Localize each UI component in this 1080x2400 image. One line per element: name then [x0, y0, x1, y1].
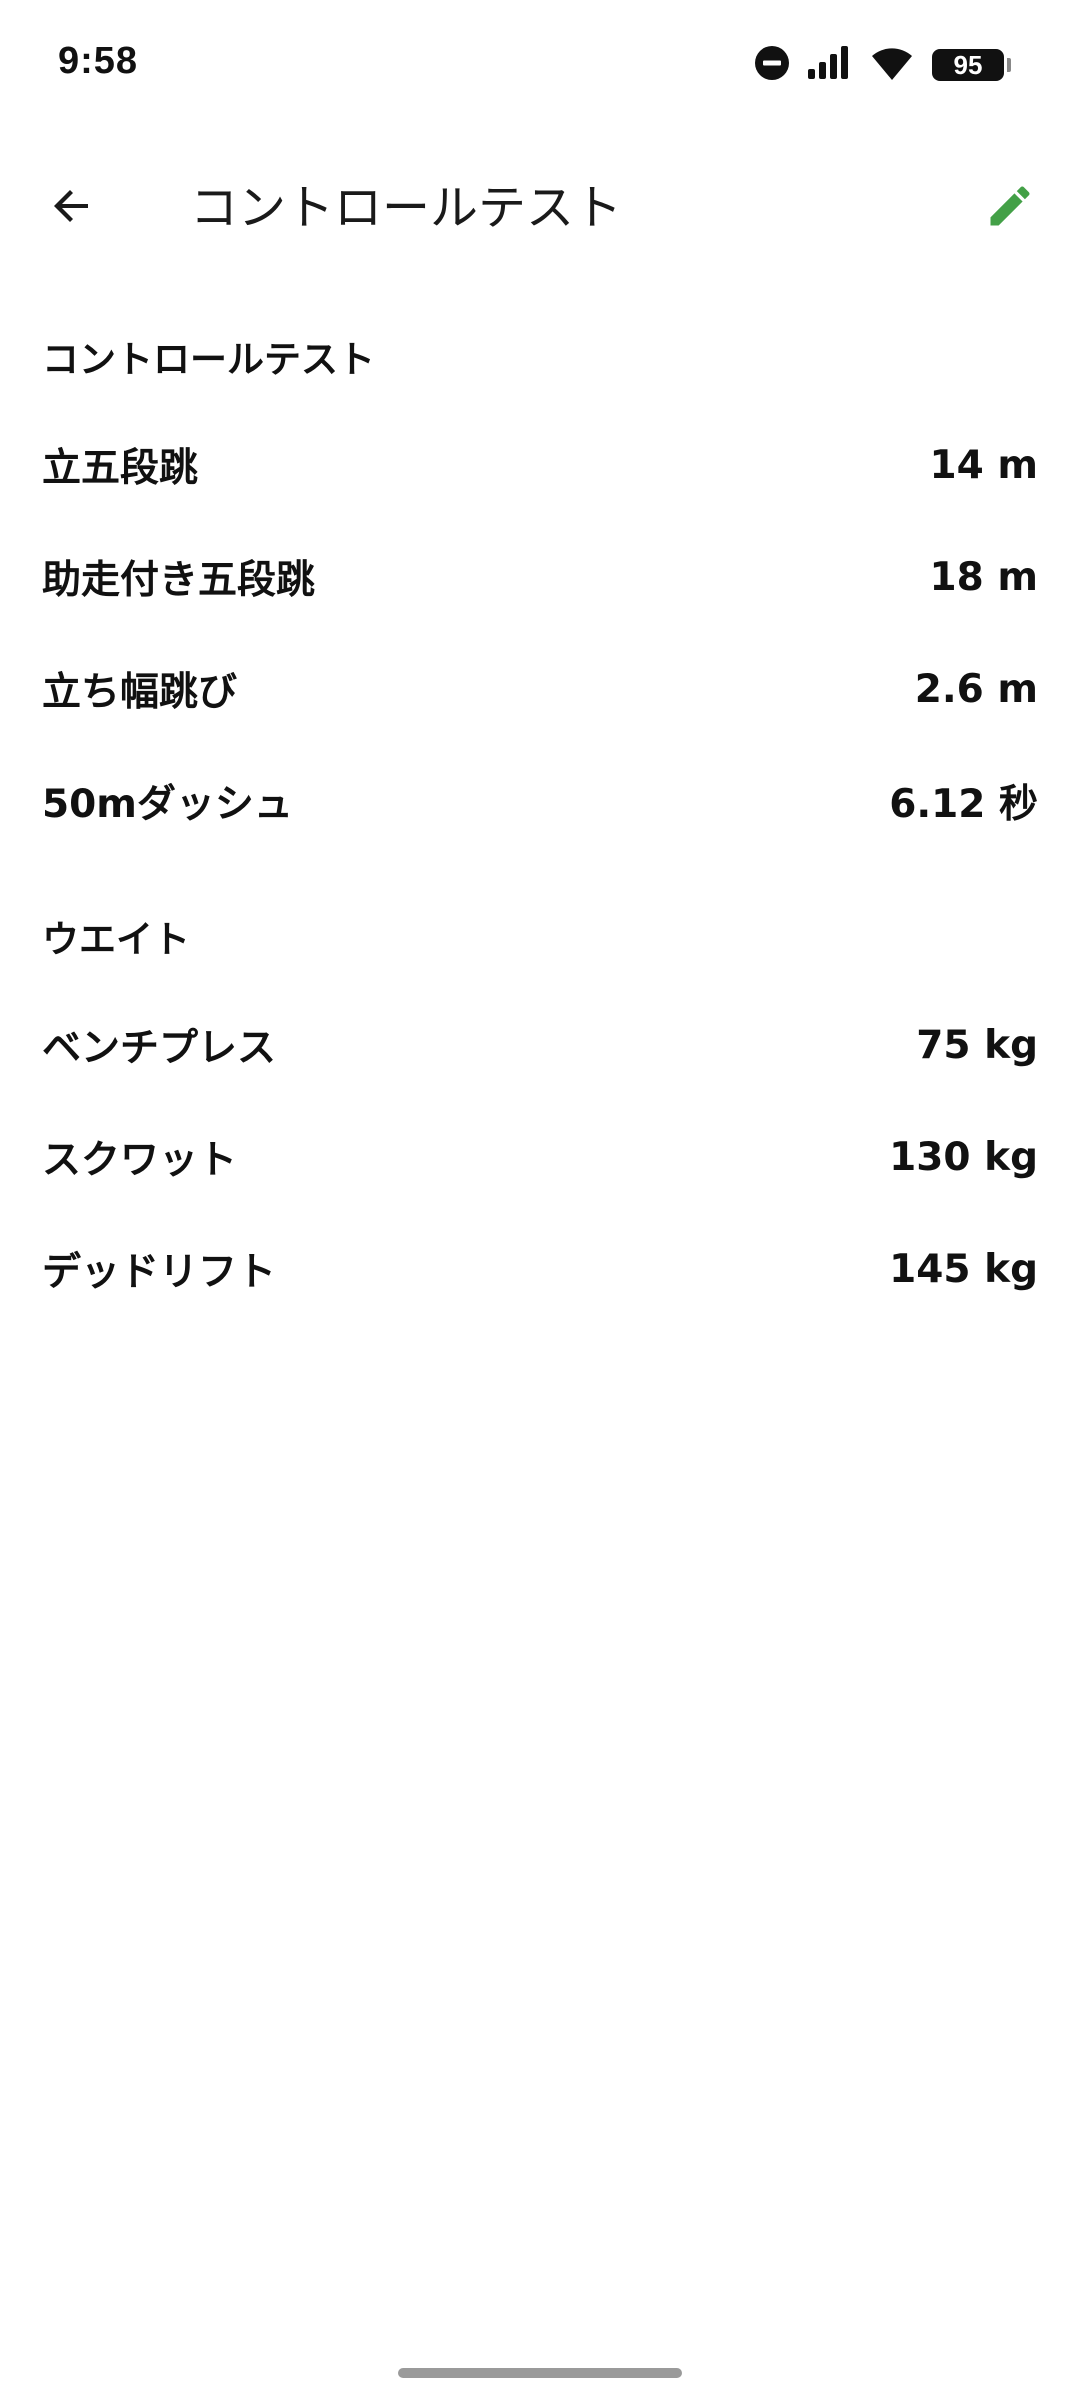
list-item[interactable]: 50mダッシュ 6.12 秒 [42, 756, 1038, 846]
item-value: 6.12 秒 [889, 782, 1038, 827]
do-not-disturb-icon [754, 45, 790, 85]
back-button[interactable] [30, 170, 114, 246]
list-item[interactable]: 立五段跳 14 m [42, 420, 1038, 510]
battery-icon: 95 [932, 49, 1011, 81]
item-value: 2.6 m [914, 666, 1038, 712]
item-label: 助走付き五段跳 [42, 558, 316, 603]
battery-cap [1007, 58, 1011, 72]
item-value: 75 kg [916, 1022, 1038, 1068]
status-icons: 95 [754, 44, 1011, 86]
item-label: 立ち幅跳び [42, 670, 238, 715]
status-time: 9:58 [58, 40, 139, 82]
wifi-icon [868, 44, 916, 86]
signal-icon [806, 45, 852, 85]
item-value: 14 m [929, 442, 1039, 488]
item-value: 130 kg [889, 1134, 1038, 1180]
arrow-left-icon [48, 182, 96, 234]
item-label: スクワット [42, 1138, 238, 1183]
item-value: 145 kg [889, 1246, 1038, 1292]
list-item[interactable]: スクワット 130 kg [42, 1112, 1038, 1202]
list-item[interactable]: デッドリフト 145 kg [42, 1224, 1038, 1314]
item-label: ベンチプレス [42, 1026, 277, 1071]
status-bar: 9:58 95 [0, 0, 1080, 130]
app-bar: コントロールテスト [0, 150, 1080, 266]
list-item[interactable]: 助走付き五段跳 18 m [42, 532, 1038, 622]
list-item[interactable]: 立ち幅跳び 2.6 m [42, 644, 1038, 734]
item-label: デッドリフト [42, 1250, 277, 1295]
list-item[interactable]: ベンチプレス 75 kg [42, 1000, 1038, 1090]
item-label: 立五段跳 [42, 446, 199, 491]
pencil-icon [984, 180, 1036, 236]
item-label: 50mダッシュ [42, 782, 293, 827]
page-title: コントロールテスト [190, 180, 623, 236]
home-indicator[interactable] [398, 2368, 682, 2378]
battery-level: 95 [953, 50, 983, 80]
item-value: 18 m [929, 554, 1039, 600]
section-title-weight: ウエイト [42, 918, 190, 961]
edit-button[interactable] [970, 168, 1050, 248]
section-title-control-test: コントロールテスト [42, 338, 375, 381]
